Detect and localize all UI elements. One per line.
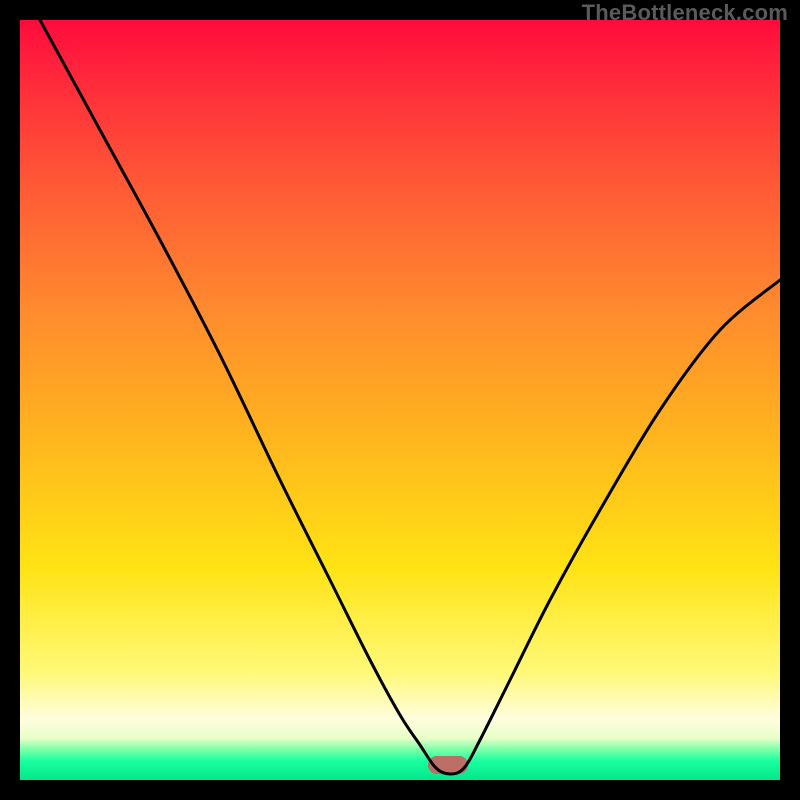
- bottleneck-curve: [40, 20, 780, 774]
- chart-stage: TheBottleneck.com: [0, 0, 800, 800]
- plot-area: [20, 20, 780, 780]
- curve-svg: [20, 20, 780, 780]
